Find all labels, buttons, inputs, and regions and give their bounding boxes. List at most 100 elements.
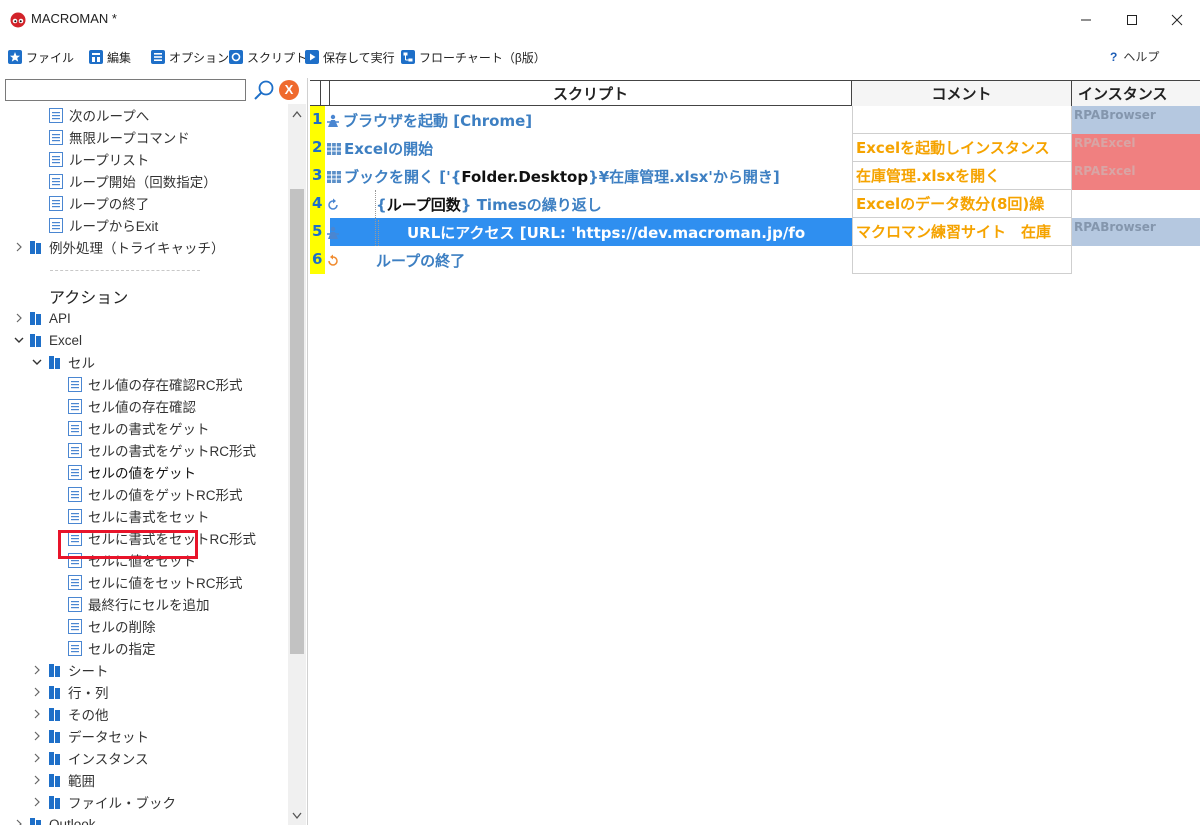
script-row[interactable]: 4 {ループ回数} Timesの繰り返し Excelのデータ数分(8回)繰	[310, 190, 1200, 218]
tree-item-cell-exists[interactable]: セル値の存在確認	[68, 395, 196, 417]
instance-cell[interactable]	[1072, 190, 1200, 218]
tree-item-set-cell-value-rc[interactable]: セルに値をセットRC形式	[68, 571, 243, 593]
tree-item-label: セル値の存在確認RC形式	[88, 378, 243, 393]
tree-item-loop-exit[interactable]: ループからExit	[49, 214, 158, 236]
chevron-down-icon[interactable]	[32, 357, 42, 367]
highlight-annotation	[58, 530, 198, 559]
tree-folder-label: データセット	[68, 730, 149, 745]
instance-cell[interactable]: RPAExcel	[1072, 162, 1200, 190]
star-icon	[8, 50, 22, 64]
chevron-right-icon[interactable]	[32, 709, 42, 719]
tree-item-specify-cell[interactable]: セルの指定	[68, 637, 156, 659]
tree-item-add-cell-last-row[interactable]: 最終行にセルを追加	[68, 593, 210, 615]
instance-cell[interactable]: RPAExcel	[1072, 134, 1200, 162]
tree-item-get-cell-format[interactable]: セルの書式をゲット	[68, 417, 210, 439]
document-icon	[49, 173, 63, 189]
chevron-right-icon[interactable]	[32, 687, 42, 697]
scroll-down-button[interactable]	[288, 808, 306, 824]
tree-item-loop-start-count[interactable]: ループ開始（回数指定）	[49, 170, 217, 192]
search-icon[interactable]	[252, 78, 276, 102]
tree-item-label: セルの値をゲット	[88, 466, 196, 481]
comment-cell[interactable]	[852, 246, 1072, 274]
menu-flowchart[interactable]: フローチャート（β版）	[401, 47, 546, 67]
chevron-right-icon[interactable]	[32, 753, 42, 763]
minimize-icon	[1081, 19, 1091, 21]
tree-folder-exception[interactable]: 例外処理（トライキャッチ）	[30, 236, 225, 258]
tree-item-cell-exists-rc[interactable]: セル値の存在確認RC形式	[68, 373, 243, 395]
tree-item-label: 次のループへ	[69, 109, 150, 124]
command-tree: 次のループへ 無限ループコマンド ループリスト ループ開始（回数指定） ループの…	[0, 104, 288, 825]
chevron-right-icon[interactable]	[32, 665, 42, 675]
help-button[interactable]: ? ヘルプ	[1110, 48, 1159, 65]
tree-item-loop-end[interactable]: ループの終了	[49, 192, 149, 214]
chevron-down-icon[interactable]	[14, 335, 24, 345]
tree-folder-row-col[interactable]: 行・列	[49, 681, 109, 703]
script-row[interactable]: 2 Excelの開始 Excelを起動しインスタンス RPAExcel	[310, 134, 1200, 162]
menu-edit[interactable]: 編集	[89, 47, 131, 67]
comment-cell[interactable]: Excelのデータ数分(8回)繰	[852, 190, 1072, 218]
tree-folder-cell[interactable]: セル	[49, 351, 95, 373]
chevron-right-icon[interactable]	[14, 242, 24, 252]
chevron-down-icon	[292, 812, 302, 820]
chevron-right-icon[interactable]	[32, 797, 42, 807]
tree-folder-sheet[interactable]: シート	[49, 659, 109, 681]
header-script[interactable]: スクリプト	[330, 81, 852, 106]
tree-item-loop-list[interactable]: ループリスト	[49, 148, 149, 170]
instance-cell[interactable]	[1072, 246, 1200, 274]
maximize-button[interactable]	[1109, 4, 1155, 36]
chevron-right-icon[interactable]	[14, 313, 24, 323]
menu-options[interactable]: オプション	[151, 47, 229, 67]
minimize-button[interactable]	[1063, 4, 1109, 36]
tree-folder-file-book[interactable]: ファイル・ブック	[49, 791, 176, 813]
tree-folder-other[interactable]: その他	[49, 703, 109, 725]
scroll-up-button[interactable]	[288, 106, 306, 122]
instance-cell[interactable]: RPABrowser	[1072, 218, 1200, 246]
tree-folder-api[interactable]: API	[30, 307, 71, 329]
tree-item-label: セルの書式をゲットRC形式	[88, 444, 256, 459]
tree-folder-instance[interactable]: インスタンス	[49, 747, 148, 769]
tree-folder-dataset[interactable]: データセット	[49, 725, 149, 747]
play-icon	[305, 50, 319, 64]
help-icon: ?	[1110, 50, 1118, 64]
tree-scrollbar[interactable]	[288, 104, 306, 825]
header-comment[interactable]: コメント	[852, 81, 1072, 106]
comment-cell[interactable]: マクロマン練習サイト 在庫	[852, 218, 1072, 246]
save-and-run-button[interactable]: 保存して実行	[305, 47, 395, 67]
header-instance[interactable]: インスタンス	[1072, 81, 1200, 106]
tree-folder-outlook[interactable]: Outlook	[30, 813, 96, 825]
tree-item-get-cell-value[interactable]: セルの値をゲット	[68, 461, 196, 483]
menu-file[interactable]: ファイル	[8, 47, 74, 67]
tree-item-label: ループの終了	[69, 197, 150, 212]
book-icon	[49, 729, 60, 743]
comment-cell[interactable]	[852, 106, 1072, 134]
tree-item-get-cell-format-rc[interactable]: セルの書式をゲットRC形式	[68, 439, 256, 461]
chevron-right-icon[interactable]	[14, 819, 24, 825]
comment-cell[interactable]: 在庫管理.xlsxを開く	[852, 162, 1072, 190]
chevron-right-icon[interactable]	[32, 775, 42, 785]
tree-folder-label: その他	[68, 708, 109, 723]
script-text: Excelの開始	[344, 140, 434, 158]
tree-item-set-cell-format[interactable]: セルに書式をセット	[68, 505, 210, 527]
menu-script[interactable]: スクリプト	[229, 47, 307, 67]
row-number: 4	[312, 194, 323, 212]
script-row[interactable]: 1 ブラウザを起動 [Chrome] RPABrowser	[310, 106, 1200, 134]
document-icon	[68, 574, 82, 590]
tree-item-next-loop[interactable]: 次のループへ	[49, 104, 149, 126]
header-gutter-2	[321, 81, 330, 106]
comment-cell[interactable]: Excelを起動しインスタンス	[852, 134, 1072, 162]
script-row[interactable]: 6 ループの終了	[310, 246, 1200, 274]
tree-folder-range[interactable]: 範囲	[49, 769, 95, 791]
search-input[interactable]	[5, 79, 246, 101]
tree-separator	[50, 270, 200, 271]
close-button[interactable]	[1154, 4, 1200, 36]
chevron-right-icon[interactable]	[32, 731, 42, 741]
clear-search-button[interactable]: X	[279, 80, 299, 100]
scroll-thumb[interactable]	[290, 189, 304, 654]
tree-folder-excel[interactable]: Excel	[30, 329, 82, 351]
instance-cell[interactable]: RPABrowser	[1072, 106, 1200, 134]
tree-item-get-cell-value-rc[interactable]: セルの値をゲットRC形式	[68, 483, 243, 505]
script-row[interactable]: 3 ブックを開く ['{Folder.Desktop}¥在庫管理.xlsx'から…	[310, 162, 1200, 190]
tree-item-infinite-loop[interactable]: 無限ループコマンド	[49, 126, 190, 148]
tree-item-delete-cell[interactable]: セルの削除	[68, 615, 156, 637]
script-row-selected[interactable]: 5 URLにアクセス [URL: 'https://dev.macroman.j…	[310, 218, 1200, 246]
